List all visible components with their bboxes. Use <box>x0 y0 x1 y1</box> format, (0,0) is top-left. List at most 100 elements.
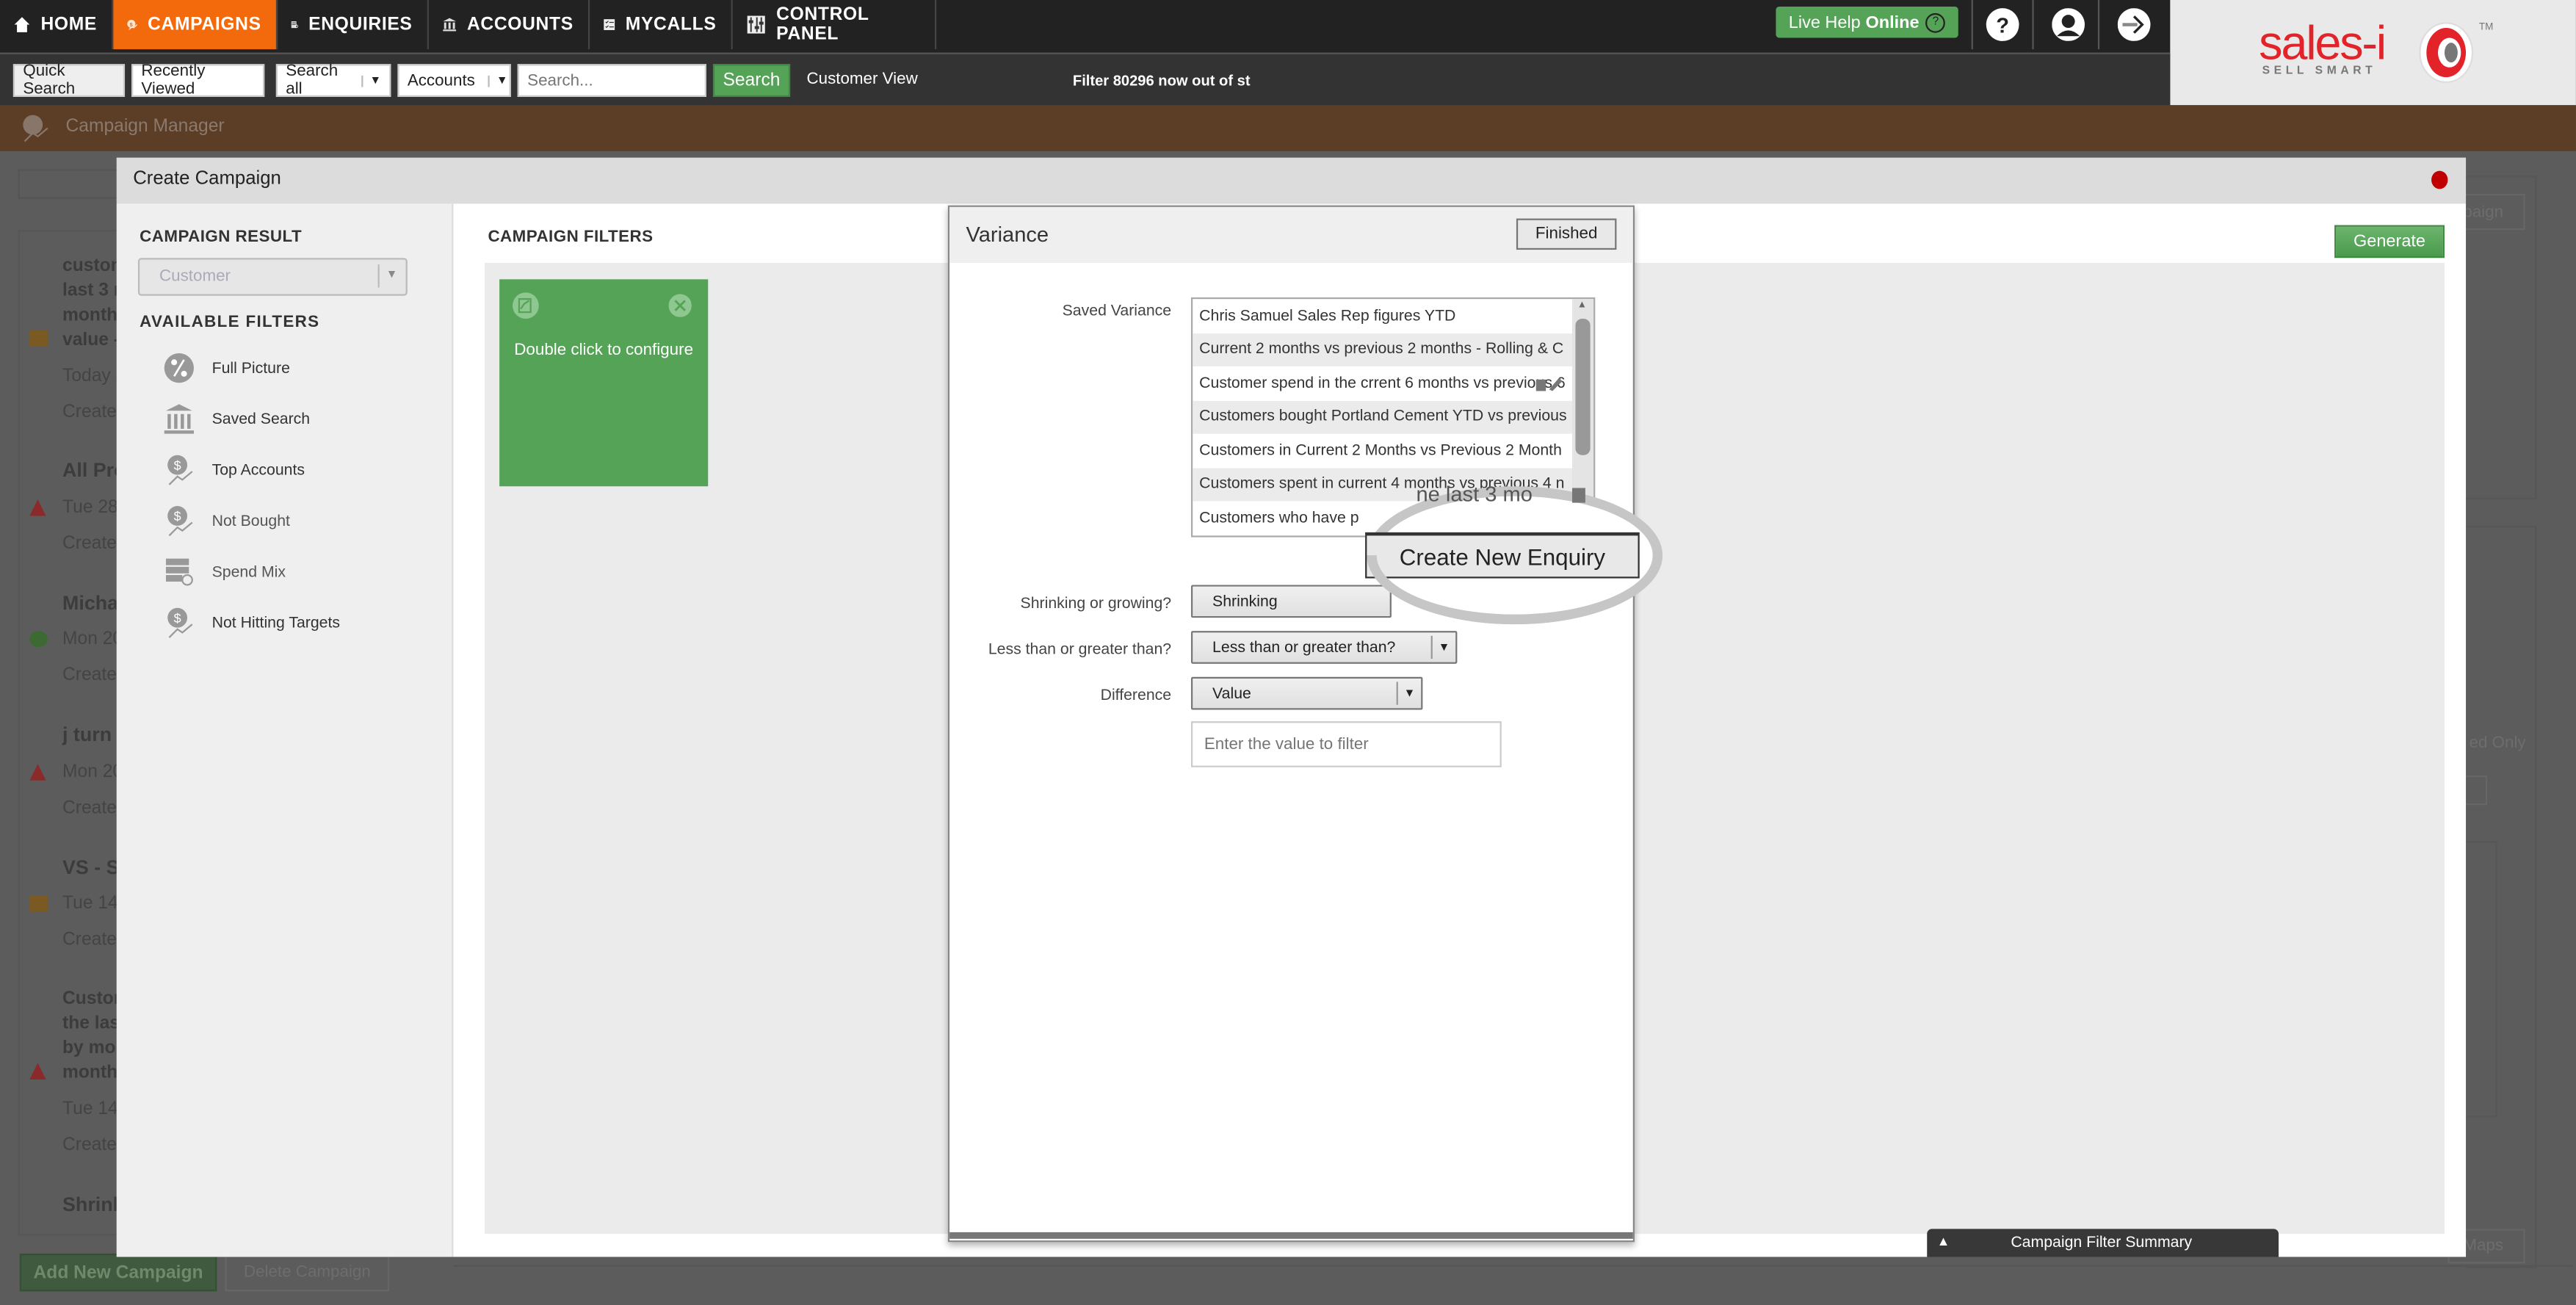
brand-tagline: SELL SMART <box>2262 65 2377 78</box>
bg-campaign-title: Shrink <box>62 1193 124 1216</box>
nav-enquiries-label: ENQUIRIES <box>308 15 413 35</box>
divider <box>2097 0 2100 50</box>
search-scope-value: Search all <box>286 62 339 99</box>
live-help-button[interactable]: Live Help Online ? <box>1776 6 1958 38</box>
filter-not-bought[interactable]: $ Not Bought <box>162 503 290 539</box>
nav-enquiries[interactable]: ENQUIRIES <box>278 0 429 50</box>
customer-view-link[interactable]: Customer View <box>806 71 917 89</box>
campaign-result-value: Customer <box>159 267 231 286</box>
nav-campaigns[interactable]: $ CAMPAIGNS <box>113 0 278 50</box>
filter-not-hitting-targets[interactable]: $ Not Hitting Targets <box>162 604 340 640</box>
filter-full-picture[interactable]: Full Picture <box>162 350 290 386</box>
logout-icon[interactable] <box>2117 8 2151 41</box>
filter-label: Saved Search <box>211 410 311 428</box>
nav-control-panel[interactable]: CONTROL PANEL <box>733 0 937 50</box>
brand-logo: sales-i SELL SMART TM <box>2170 0 2576 106</box>
nav-mycalls[interactable]: MYCALLS <box>590 0 733 50</box>
difference-label: Difference <box>1100 687 1172 705</box>
campaign-filter-summary-tab[interactable]: ▲ Campaign Filter Summary <box>1927 1229 2279 1257</box>
available-filters-heading: AVAILABLE FILTERS <box>140 314 320 332</box>
search-type-select[interactable]: Accounts ▼ <box>397 64 511 97</box>
status-red-icon <box>29 499 46 516</box>
list-item[interactable]: Chris Samuel Sales Rep figures YTD <box>1193 299 1572 333</box>
chevron-down-icon: ▼ <box>1396 682 1422 705</box>
chart-icon <box>513 292 539 319</box>
search-input[interactable] <box>517 64 706 97</box>
recently-viewed-tab[interactable]: Recently Viewed <box>131 62 265 98</box>
filter-label: Top Accounts <box>211 460 305 480</box>
finished-button[interactable]: Finished <box>1516 218 1617 250</box>
difference-select[interactable]: Value ▼ <box>1190 676 1423 710</box>
nav-accounts[interactable]: ACCOUNTS <box>429 0 590 50</box>
live-help-status: Online <box>1865 12 1920 32</box>
bg-campaign-date: Mon 20 <box>62 762 123 782</box>
news-ticker: Filter 80296 now out of st <box>1072 72 1251 89</box>
shrinking-select[interactable]: Shrinking <box>1190 585 1392 618</box>
bg-campaign-date: Mon 20 <box>62 629 123 649</box>
status-red-icon <box>29 1063 46 1080</box>
brand-name: sales-i <box>2259 18 2387 71</box>
list-item[interactable]: Customer spend in the crrent 6 months vs… <box>1193 366 1572 400</box>
bg-owned-only-label: ed Only <box>2469 734 2526 753</box>
bank-icon <box>443 18 457 32</box>
shrinking-value: Shrinking <box>1212 592 1278 611</box>
nav-mycalls-label: MYCALLS <box>625 15 717 35</box>
screen: HOME $ CAMPAIGNS ENQUIRIES ACCOUNTS MYCA… <box>0 0 2576 1305</box>
modal-title: Create Campaign <box>133 169 281 189</box>
search-button[interactable]: Search <box>712 64 791 97</box>
quick-search-tab[interactable]: Quick Search <box>12 62 126 98</box>
search-type-value: Accounts <box>407 71 475 90</box>
home-icon <box>14 17 30 32</box>
delete-edit-icon[interactable] <box>1533 373 1566 393</box>
list-item[interactable]: Current 2 months vs previous 2 months - … <box>1193 333 1573 366</box>
scroll-up-icon[interactable]: ▲ <box>1577 300 1587 310</box>
campaign-result-select[interactable]: Customer ▼ <box>137 258 408 296</box>
scrollbar-thumb[interactable] <box>1575 319 1591 455</box>
chevron-up-icon: ▲ <box>1936 1234 1950 1249</box>
dollar-trend-icon: $ <box>167 455 193 485</box>
create-new-enquiry-button[interactable]: Create New Enquiry <box>1365 532 1640 579</box>
question-circle-icon: ? <box>1925 12 1946 32</box>
delete-icon <box>1572 488 1585 503</box>
nav-home[interactable]: HOME <box>0 0 114 50</box>
add-new-campaign-button[interactable]: Add New Campaign <box>19 1253 217 1292</box>
nav-accounts-label: ACCOUNTS <box>466 15 574 35</box>
svg-text:$: $ <box>174 509 181 524</box>
brand-target-icon <box>2419 22 2474 83</box>
campaign-result-heading: CAMPAIGN RESULT <box>140 228 303 247</box>
generate-button[interactable]: Generate <box>2334 225 2445 259</box>
delete-campaign-button[interactable]: Delete Campaign <box>225 1253 390 1292</box>
close-icon[interactable] <box>2431 170 2448 189</box>
nav-home-label: HOME <box>40 15 97 35</box>
user-profile-icon[interactable] <box>2052 8 2085 41</box>
compare-select[interactable]: Less than or greater than? ▼ <box>1190 631 1458 664</box>
create-campaign-modal: Create Campaign CAMPAIGN RESULT Customer… <box>116 157 2467 1257</box>
svg-text:$: $ <box>174 611 181 626</box>
magnified-text: ne last 3 mo <box>1416 481 1533 507</box>
campaign-icon <box>23 115 48 142</box>
live-help-label: Live Help <box>1788 12 1861 32</box>
status-red-icon <box>29 764 46 781</box>
help-icon[interactable]: ? <box>1986 8 2019 41</box>
bg-campaign-title: j turn <box>62 723 112 746</box>
list-item[interactable]: Customers in Current 2 Months vs Previou… <box>1193 434 1572 468</box>
filter-card[interactable]: Double click to configure <box>499 279 709 487</box>
page-header: Campaign Manager <box>0 105 2576 151</box>
bank-icon <box>164 404 194 434</box>
search-scope-select[interactable]: Search all ▼ <box>275 62 391 99</box>
top-nav: HOME $ CAMPAIGNS ENQUIRIES ACCOUNTS MYCA… <box>0 0 2171 53</box>
list-item[interactable]: Customers bought Portland Cement YTD vs … <box>1193 400 1573 434</box>
list-search-icon <box>165 558 193 586</box>
filter-top-accounts[interactable]: $ Top Accounts <box>162 452 305 488</box>
divider <box>453 1265 2573 1267</box>
nav-control-panel-label: CONTROL PANEL <box>776 4 869 45</box>
remove-filter-icon[interactable] <box>668 294 692 317</box>
saved-variance-label: Saved Variance <box>1062 302 1172 321</box>
brand-tm: TM <box>2478 23 2494 33</box>
nav-campaigns-label: CAMPAIGNS <box>148 15 261 35</box>
filter-saved-search[interactable]: Saved Search <box>162 401 310 437</box>
value-filter-input[interactable] <box>1190 721 1502 767</box>
sliders-icon <box>747 15 765 34</box>
percent-icon <box>164 353 194 383</box>
filter-spend-mix[interactable]: Spend Mix <box>162 554 286 590</box>
